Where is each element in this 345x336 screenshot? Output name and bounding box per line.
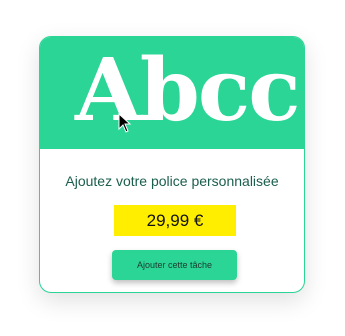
mouse-cursor-icon	[118, 113, 132, 133]
product-card: Abcc Ajoutez votre police personnalisée …	[39, 36, 305, 293]
font-preview-text: Abcc	[75, 40, 301, 141]
add-task-button[interactable]: Ajouter cette tâche	[112, 250, 237, 280]
font-preview-banner: Abcc	[40, 37, 304, 149]
product-title: Ajoutez votre police personnalisée	[65, 173, 279, 189]
price-tag: 29,99 €	[114, 205, 236, 236]
